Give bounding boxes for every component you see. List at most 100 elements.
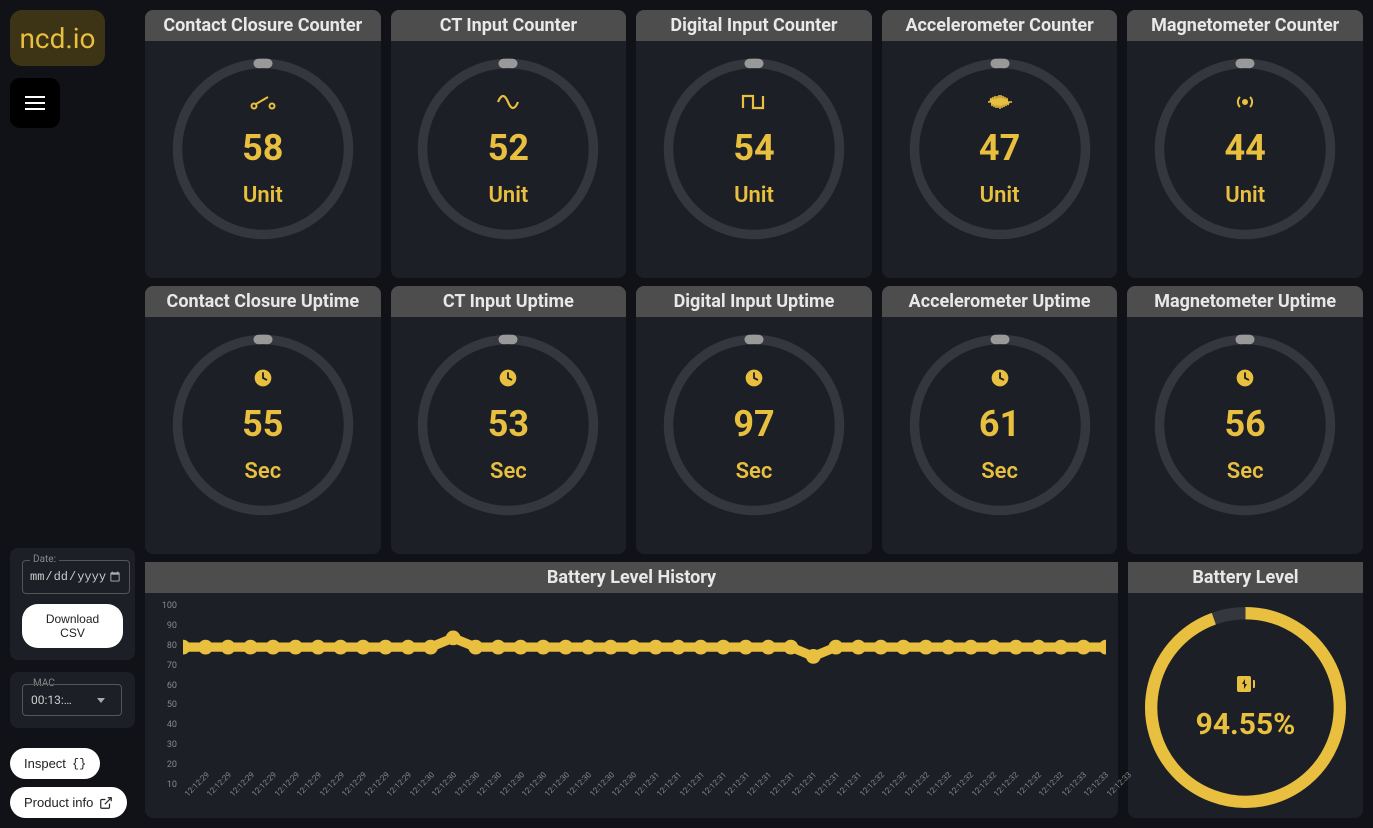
x-tick: 12:12:32 (880, 791, 899, 810)
x-tick: 12:12:30 (408, 791, 427, 810)
gauge-card: Accelerometer Uptime 61 Sec (882, 286, 1118, 554)
x-tick: 12:12:29 (340, 791, 359, 810)
x-tick: 12:12:30 (453, 791, 472, 810)
gauge-card: Magnetometer Uptime 56 Sec (1127, 286, 1363, 554)
square-wave-icon (741, 91, 767, 113)
product-info-button[interactable]: Product info (10, 787, 127, 818)
x-tick: 12:12:29 (250, 791, 269, 810)
product-info-label: Product info (24, 795, 93, 810)
x-tick: 12:12:33 (1082, 791, 1101, 810)
gauge-value: 44 (1225, 127, 1266, 169)
gauge-card: Magnetometer Counter 44 Unit (1127, 10, 1363, 278)
x-tick: 12:12:32 (970, 791, 989, 810)
x-tick: 12:12:32 (925, 791, 944, 810)
history-chart-title: Battery Level History (145, 562, 1118, 593)
gauge-title: Accelerometer Uptime (882, 286, 1118, 317)
x-tick: 12:12:29 (363, 791, 382, 810)
clock-icon (253, 367, 273, 389)
y-tick: 20 (155, 760, 177, 770)
vibration-icon (987, 91, 1013, 113)
gauge-unit: Unit (734, 183, 774, 208)
y-tick: 80 (155, 641, 177, 651)
x-tick: 12:12:31 (835, 791, 854, 810)
battery-level-value: 94.55% (1196, 707, 1296, 742)
gauge-title: Magnetometer Counter (1127, 10, 1363, 41)
gauge-unit: Sec (244, 459, 281, 484)
gauge-unit: Unit (243, 183, 283, 208)
battery-charging-icon (1234, 673, 1258, 695)
gauge-title: CT Input Uptime (391, 286, 627, 317)
broadcast-icon (1233, 91, 1257, 113)
x-tick: 12:12:29 (228, 791, 247, 810)
switch-icon (249, 91, 277, 113)
x-tick: 12:12:31 (723, 791, 742, 810)
x-tick: 12:12:31 (678, 791, 697, 810)
battery-level-title: Battery Level (1128, 562, 1363, 593)
gauge-value: 52 (488, 127, 529, 169)
x-tick: 12:12:29 (295, 791, 314, 810)
gauge-card: CT Input Counter 52 Unit (391, 10, 627, 278)
gauge-card: Digital Input Counter 54 Unit (636, 10, 872, 278)
x-tick: 12:12:29 (318, 791, 337, 810)
x-tick: 12:12:30 (498, 791, 517, 810)
gauge-value: 47 (979, 127, 1020, 169)
hamburger-icon (25, 96, 45, 110)
gauge-unit: Sec (490, 459, 527, 484)
gauge-card: Accelerometer Counter 47 Unit (882, 10, 1118, 278)
x-tick: 12:12:32 (1037, 791, 1056, 810)
gauge-title: CT Input Counter (391, 10, 627, 41)
x-tick: 12:12:33 (1105, 791, 1124, 810)
gauge-title: Magnetometer Uptime (1127, 286, 1363, 317)
clock-icon (990, 367, 1010, 389)
gauge-value: 61 (979, 403, 1020, 445)
download-csv-button[interactable]: Download CSV (22, 604, 123, 648)
gauge-unit: Sec (1227, 459, 1264, 484)
y-tick: 70 (155, 661, 177, 671)
gauge-title: Accelerometer Counter (882, 10, 1118, 41)
date-input[interactable] (22, 560, 130, 594)
date-label: Date: (30, 554, 59, 565)
x-tick: 12:12:29 (183, 791, 202, 810)
gauge-unit: Unit (488, 183, 528, 208)
x-tick: 12:12:31 (700, 791, 719, 810)
x-tick: 12:12:31 (745, 791, 764, 810)
x-tick: 12:12:30 (565, 791, 584, 810)
gauge-card: CT Input Uptime 53 Sec (391, 286, 627, 554)
clock-icon (744, 367, 764, 389)
braces-icon: {} (72, 757, 86, 771)
x-tick: 12:12:30 (543, 791, 562, 810)
clock-icon (498, 367, 518, 389)
gauge-value: 58 (242, 127, 283, 169)
x-tick: 12:12:32 (1015, 791, 1034, 810)
gauge-value: 97 (733, 403, 774, 445)
gauge-card: Contact Closure Uptime 55 Sec (145, 286, 381, 554)
x-tick: 12:12:32 (947, 791, 966, 810)
x-tick: 12:12:30 (475, 791, 494, 810)
gauge-title: Contact Closure Counter (145, 10, 381, 41)
gauge-unit: Unit (980, 183, 1020, 208)
gauge-card: Contact Closure Counter 58 Unit (145, 10, 381, 278)
y-tick: 30 (155, 740, 177, 750)
gauge-card: Digital Input Uptime 97 Sec (636, 286, 872, 554)
x-tick: 12:12:31 (633, 791, 652, 810)
gauge-value: 55 (242, 403, 283, 445)
menu-button[interactable] (10, 78, 60, 128)
x-tick: 12:12:30 (610, 791, 629, 810)
x-tick: 12:12:33 (1060, 791, 1079, 810)
x-tick: 12:12:29 (205, 791, 224, 810)
inspect-button[interactable]: Inspect {} (10, 748, 100, 779)
brand-logo[interactable]: ncd.io (10, 10, 105, 66)
mac-select[interactable]: 00:13:… (22, 684, 122, 716)
sine-icon (496, 91, 520, 113)
gauge-value: 54 (733, 127, 774, 169)
clock-icon (1235, 367, 1255, 389)
x-tick: 12:12:32 (858, 791, 877, 810)
x-tick: 12:12:30 (588, 791, 607, 810)
gauge-title: Digital Input Counter (636, 10, 872, 41)
x-tick: 12:12:31 (790, 791, 809, 810)
x-tick: 12:12:29 (385, 791, 404, 810)
y-tick: 40 (155, 720, 177, 730)
gauge-title: Contact Closure Uptime (145, 286, 381, 317)
gauge-unit: Unit (1225, 183, 1265, 208)
x-tick: 12:12:31 (768, 791, 787, 810)
